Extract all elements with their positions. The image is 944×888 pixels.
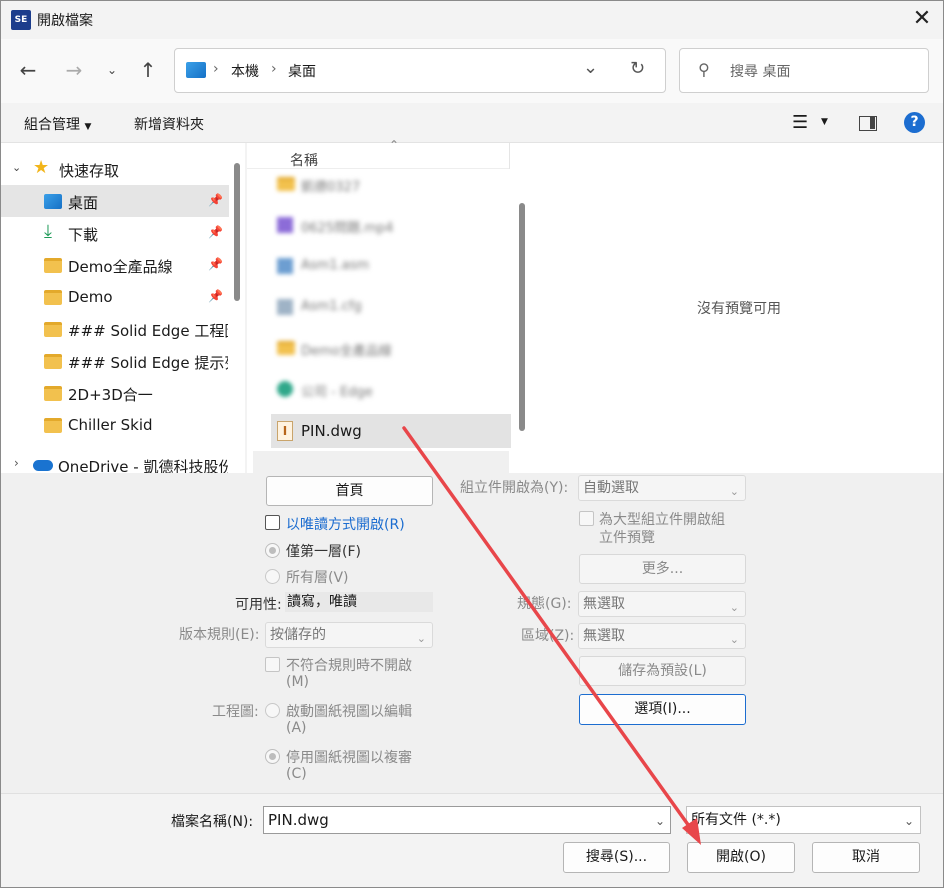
annotation-arrow-shaft — [402, 426, 696, 835]
annotation-arrow — [402, 426, 701, 845]
open-file-dialog: SE 開啟檔案 ✕ ← → ⌄ ↑ › 本機 › 桌面 ⌄ ↻ ⚲ 搜尋 桌面 … — [0, 0, 944, 888]
